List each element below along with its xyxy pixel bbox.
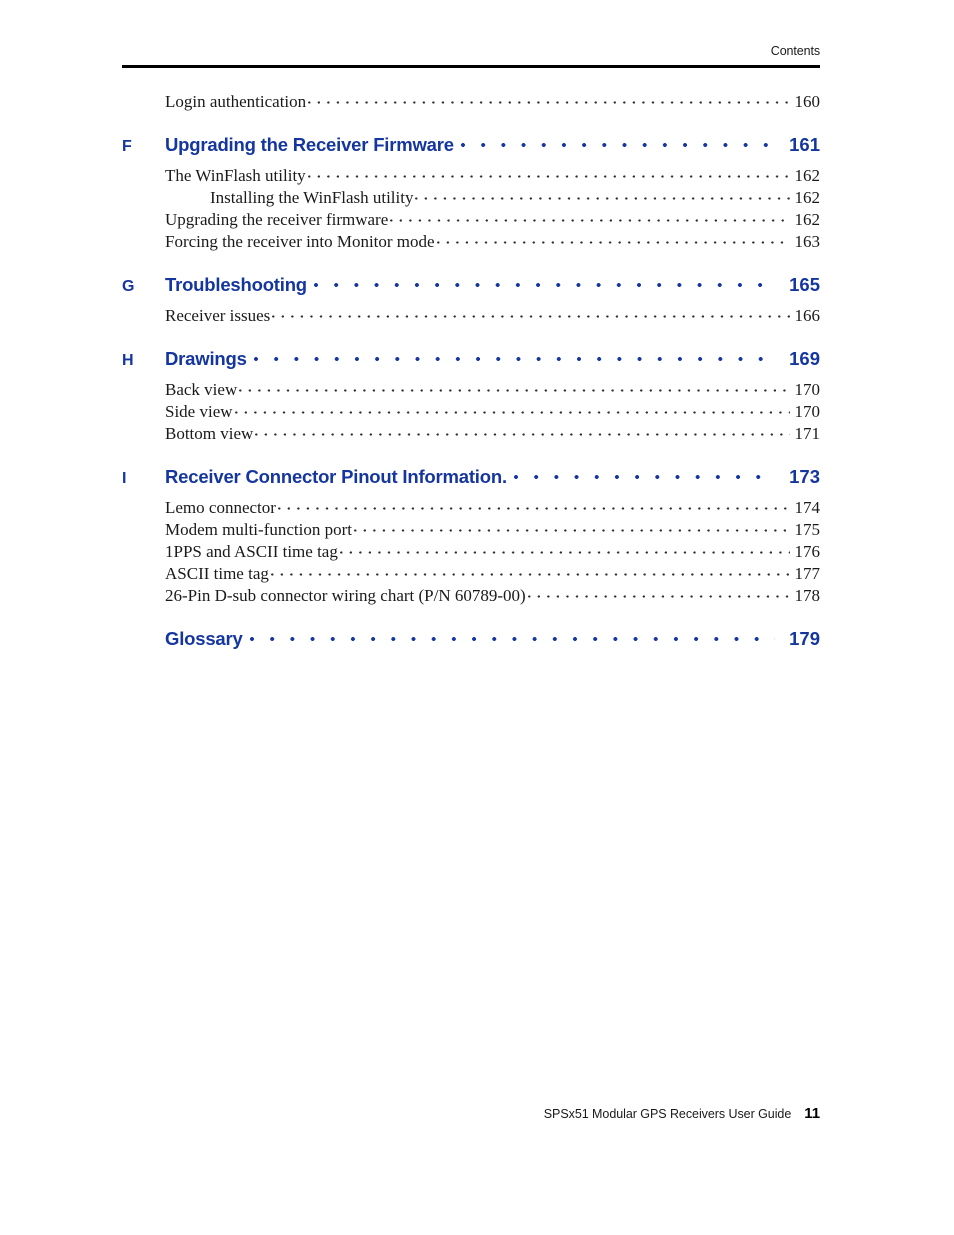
header-rule: [122, 65, 820, 68]
footer-guide-title: SPSx51 Modular GPS Receivers User Guide: [543, 1107, 792, 1121]
entry-title: Forcing the receiver into Monitor mode: [165, 232, 435, 251]
chapter-letter: H: [122, 352, 134, 369]
toc-entry-row[interactable]: Side view 170: [122, 401, 820, 422]
page-number: 165: [789, 274, 820, 295]
dot-leader: [353, 519, 790, 535]
page-number: 161: [789, 134, 820, 155]
dot-leader: [253, 347, 775, 365]
toc-entry-row[interactable]: Bottom view 171: [122, 423, 820, 444]
dot-leader: [270, 563, 790, 579]
page-number: 171: [794, 424, 821, 443]
page-number: 178: [794, 586, 821, 605]
page-number: 173: [789, 466, 820, 487]
dot-leader: [415, 187, 790, 203]
toc-entry-row[interactable]: Upgrading the receiver firmware 162: [122, 209, 820, 230]
entry-title: Bottom view: [165, 424, 254, 443]
toc-chapter-row[interactable]: F Upgrading the Receiver Firmware 161: [122, 133, 820, 156]
dot-leader: [234, 401, 790, 417]
dot-leader: [272, 305, 790, 321]
table-of-contents: Login authentication 160 F Upgrading the Re…: [122, 90, 820, 659]
page-number: 179: [789, 628, 820, 649]
entry-title: 1PPS and ASCII time tag: [165, 542, 338, 561]
chapter-title: Receiver Connector Pinout Information.: [165, 466, 507, 487]
dot-leader: [308, 91, 790, 107]
chapter-title: Troubleshooting: [165, 274, 307, 295]
entry-title: Back view: [165, 380, 238, 399]
toc-entry-row[interactable]: Modem multi-function port 175: [122, 519, 820, 540]
page-footer: SPSx51 Modular GPS Receivers User Guide 1…: [122, 1105, 820, 1122]
entry-title: Lemo connector: [165, 498, 276, 517]
page-number: 174: [794, 498, 821, 517]
toc-entry-row[interactable]: ASCII time tag 177: [122, 563, 820, 584]
chapter-letter: I: [122, 470, 127, 487]
dot-leader: [249, 627, 775, 645]
page-number: 176: [794, 542, 821, 561]
dot-leader: [307, 165, 790, 181]
entry-title: The WinFlash utility: [165, 166, 306, 185]
entry-title: Upgrading the receiver firmware: [165, 210, 389, 229]
toc-entry-row[interactable]: Lemo connector 174: [122, 497, 820, 518]
page-number: 162: [794, 188, 821, 207]
toc-chapter-row[interactable]: G Troubleshooting 165: [122, 273, 820, 296]
chapter-title: Upgrading the Receiver Firmware: [165, 134, 454, 155]
toc-entry-row[interactable]: 26-Pin D-sub connector wiring chart (P/N…: [122, 585, 820, 606]
dot-leader: [255, 423, 790, 439]
chapter-letter: F: [122, 138, 132, 155]
running-header: Contents: [770, 44, 820, 58]
entry-title: Side view: [165, 402, 233, 421]
dot-leader: [460, 133, 775, 151]
entry-title: Installing the WinFlash utility: [210, 188, 414, 207]
entry-title: Modem multi-function port: [165, 520, 352, 539]
page-number: 169: [789, 348, 820, 369]
chapter-letter: G: [122, 278, 135, 295]
toc-chapter-row[interactable]: Glossary 179: [122, 627, 820, 650]
page-number: 166: [794, 306, 821, 325]
toc-entry-row[interactable]: Login authentication 160: [122, 91, 820, 112]
page-number: 162: [794, 166, 821, 185]
dot-leader: [277, 497, 790, 513]
entry-title: Receiver issues: [165, 306, 271, 325]
page-number: 163: [794, 232, 821, 251]
page-number: 170: [794, 380, 821, 399]
page-number: 160: [794, 92, 821, 111]
folio-page-number: 11: [804, 1105, 820, 1122]
dot-leader: [436, 231, 790, 247]
toc-entry-row[interactable]: Installing the WinFlash utility 162: [122, 187, 820, 208]
entry-title: 26-Pin D-sub connector wiring chart (P/N…: [165, 586, 526, 605]
page-number: 170: [794, 402, 821, 421]
toc-chapter-row[interactable]: I Receiver Connector Pinout Information. 1…: [122, 465, 820, 488]
document-page: Contents Login authentication 160 F Upgradi…: [0, 0, 954, 1235]
toc-entry-row[interactable]: Receiver issues 166: [122, 305, 820, 326]
chapter-title: Glossary: [165, 628, 243, 649]
toc-entry-row[interactable]: 1PPS and ASCII time tag 176: [122, 541, 820, 562]
dot-leader: [513, 465, 775, 483]
entry-title: Login authentication: [165, 92, 307, 111]
dot-leader: [339, 541, 790, 557]
page-number: 175: [794, 520, 821, 539]
dot-leader: [390, 209, 790, 225]
page-number: 177: [794, 564, 821, 583]
dot-leader: [239, 379, 790, 395]
dot-leader: [527, 585, 790, 601]
page-number: 162: [794, 210, 821, 229]
entry-title: ASCII time tag: [165, 564, 269, 583]
chapter-title: Drawings: [165, 348, 247, 369]
toc-entry-row[interactable]: Back view 170: [122, 379, 820, 400]
dot-leader: [313, 273, 775, 291]
toc-entry-row[interactable]: Forcing the receiver into Monitor mode 16…: [122, 231, 820, 252]
toc-entry-row[interactable]: The WinFlash utility 162: [122, 165, 820, 186]
toc-chapter-row[interactable]: H Drawings 169: [122, 347, 820, 370]
